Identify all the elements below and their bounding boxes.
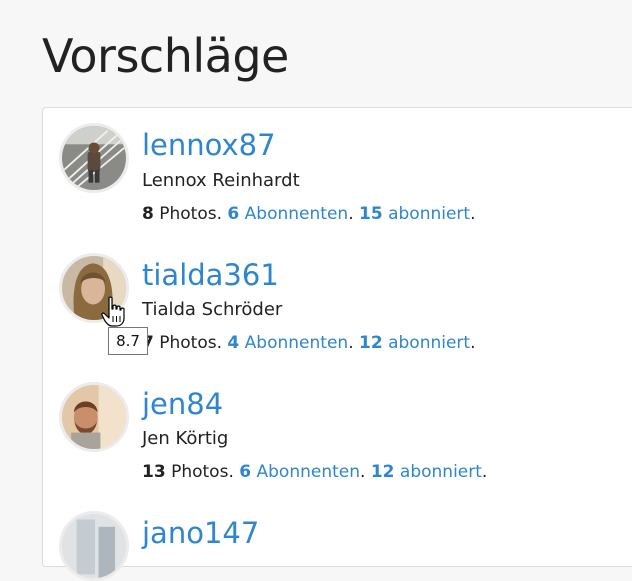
user-stats: 13 Photos. 6 Abonnenten. 12 abonniert. <box>142 462 488 482</box>
followers-link[interactable]: 6 Abonnenten <box>239 462 360 482</box>
following-count: 12 <box>370 462 395 482</box>
following-link[interactable]: 12 abonniert <box>371 462 482 482</box>
user-fullname: Tialda Schröder <box>142 299 283 320</box>
user-stats: 7 Photos. 4 Abonnenten. 12 abonniert. <box>142 335 475 352</box>
followers-link[interactable]: 4 Abonnenten <box>227 333 348 353</box>
username-link[interactable]: jen84 <box>142 390 223 419</box>
avatar[interactable] <box>59 382 129 452</box>
username-link[interactable]: tialda361 <box>142 261 279 290</box>
following-label: abonniert <box>399 462 482 482</box>
followers-link[interactable]: 6 Abonnenten <box>227 204 348 224</box>
followers-label: Abonnenten <box>244 333 349 353</box>
following-count: 12 <box>359 333 383 353</box>
following-label: abonniert <box>388 204 471 224</box>
following-link[interactable]: 15 abonniert <box>359 204 470 224</box>
username-link[interactable]: jano147 <box>142 519 259 548</box>
photos-count: 8 <box>142 204 154 224</box>
user-stats: 8 Photos. 6 Abonnenten. 15 abonniert. <box>142 204 476 224</box>
photos-label: Photos <box>159 333 217 353</box>
followers-count: 6 <box>227 204 240 224</box>
followers-label: Abonnenten <box>256 462 361 482</box>
avatar[interactable] <box>59 123 129 193</box>
page-title: Vorschläge <box>42 29 289 83</box>
user-fullname: Jen Körtig <box>142 428 229 449</box>
avatar[interactable] <box>59 511 129 581</box>
username-link[interactable]: lennox87 <box>142 131 276 160</box>
followers-count: 6 <box>239 462 252 482</box>
following-count: 15 <box>359 204 383 224</box>
hand-pointer-icon <box>101 296 125 327</box>
following-label: abonniert <box>388 333 471 353</box>
tooltip: 8.7 <box>108 327 148 355</box>
following-link[interactable]: 12 abonniert <box>359 333 470 353</box>
followers-label: Abonnenten <box>244 204 349 224</box>
followers-count: 4 <box>227 333 240 353</box>
photos-label: Photos <box>171 462 229 482</box>
photos-count: 13 <box>142 462 166 482</box>
user-fullname: Lennox Reinhardt <box>142 170 300 191</box>
photos-label: Photos <box>159 204 217 224</box>
